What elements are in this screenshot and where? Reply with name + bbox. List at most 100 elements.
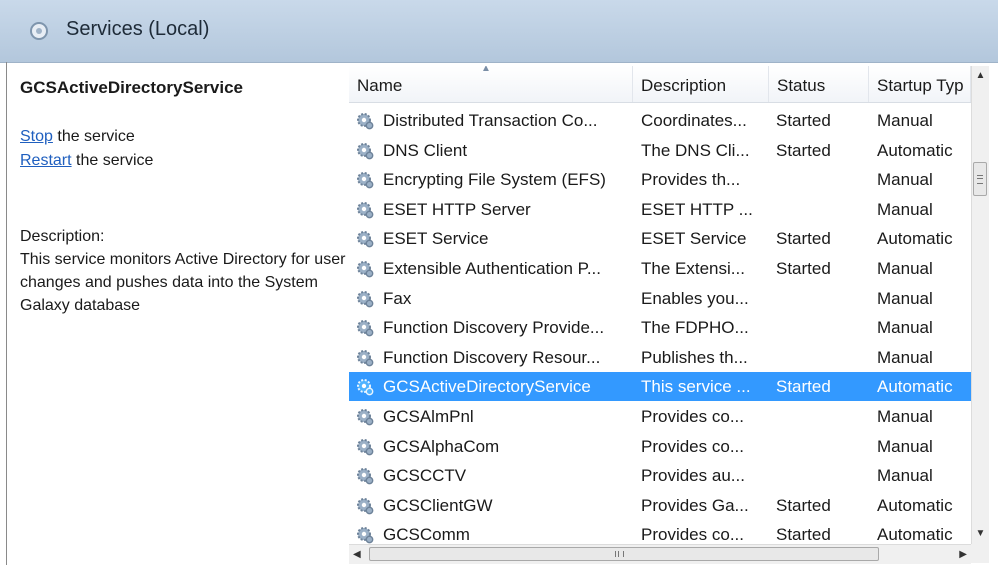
service-status: Started: [776, 525, 831, 544]
gear-icon: [357, 231, 374, 248]
service-description: ESET HTTP ...: [641, 199, 753, 219]
pane-divider: [6, 62, 7, 565]
service-name: Fax: [383, 288, 412, 308]
column-header-row: ▲ Name Description Status Startup Typ: [349, 66, 971, 103]
service-name: GCSAlmPnl: [383, 407, 474, 426]
service-name: GCSComm: [383, 525, 470, 544]
gear-icon: [357, 409, 374, 426]
service-status: Started: [776, 111, 831, 130]
service-name: Encrypting File System (EFS): [383, 170, 606, 190]
service-description: Enables you...: [641, 288, 749, 308]
service-row[interactable]: GCSComm Provides co... Started Automatic: [349, 520, 971, 544]
grip-icon: [615, 551, 624, 557]
service-startup-type: Manual: [877, 318, 933, 338]
service-status: [776, 165, 872, 194]
service-name: ESET HTTP Server: [383, 199, 531, 219]
service-status: Started: [776, 140, 831, 160]
service-status: [776, 432, 872, 461]
service-row[interactable]: Extensible Authentication P... The Extens…: [349, 254, 971, 283]
service-row[interactable]: ESET Service ESET Service Started Automatic: [349, 224, 971, 253]
service-status: [776, 343, 872, 372]
gear-icon: [357, 113, 374, 130]
column-header-name[interactable]: ▲ Name: [349, 66, 633, 102]
gear-icon: [357, 438, 374, 455]
service-row[interactable]: GCSCCTV Provides au... Manual: [349, 461, 971, 490]
service-status: [776, 195, 872, 224]
service-description: The FDPHO...: [641, 318, 749, 338]
scrollbar-corner: [971, 544, 989, 563]
service-row[interactable]: GCSAlphaCom Provides co... Manual: [349, 432, 971, 461]
service-row[interactable]: Distributed Transaction Co... Coordinates…: [349, 106, 971, 135]
service-description: Provides co...: [641, 436, 744, 456]
gear-icon: [357, 320, 374, 337]
scroll-left-icon[interactable]: ◀: [353, 545, 367, 564]
service-row[interactable]: DNS Client The DNS Cli... Started Automatic: [349, 136, 971, 165]
service-startup-type: Automatic: [877, 525, 953, 544]
service-description: This service ...: [641, 377, 751, 397]
scroll-up-icon[interactable]: ▲: [972, 66, 989, 86]
service-status: Started: [776, 377, 831, 397]
service-name: GCSCCTV: [383, 466, 467, 486]
service-row[interactable]: Function Discovery Provide... The FDPHO..…: [349, 313, 971, 342]
gear-icon: [357, 349, 374, 367]
service-description: Coordinates...: [641, 111, 747, 130]
vertical-scroll-thumb[interactable]: [973, 162, 987, 196]
service-name: GCSAlphaCom: [383, 436, 500, 456]
service-name: Extensible Authentication P...: [383, 259, 602, 278]
restart-action: Restart the service: [20, 152, 153, 170]
gear-icon: [357, 172, 374, 189]
service-status: Started: [776, 259, 831, 278]
gear-icon: [357, 201, 374, 219]
column-header-startup-type[interactable]: Startup Typ: [869, 66, 971, 102]
service-description: Provides co...: [641, 525, 744, 544]
service-startup-type: Manual: [877, 407, 933, 426]
service-description: Provides au...: [641, 466, 745, 486]
service-startup-type: Manual: [877, 259, 933, 278]
service-description: Publishes th...: [641, 347, 748, 367]
gear-icon: [357, 261, 374, 278]
service-status: Started: [776, 229, 831, 249]
service-row[interactable]: GCSAlmPnl Provides co... Manual: [349, 402, 971, 431]
service-startup-type: Manual: [877, 199, 933, 219]
column-header-status[interactable]: Status: [769, 66, 869, 102]
column-header-description-label: Description: [641, 76, 727, 95]
service-description: The DNS Cli...: [641, 140, 750, 160]
service-startup-type: Automatic: [877, 229, 953, 249]
service-startup-type: Automatic: [877, 140, 953, 160]
scroll-down-icon[interactable]: ▼: [972, 524, 989, 544]
scroll-right-icon[interactable]: ▶: [953, 545, 967, 564]
service-startup-type: Manual: [877, 170, 933, 190]
grip-icon: [977, 175, 983, 184]
service-description: Provides co...: [641, 407, 744, 426]
service-row[interactable]: ESET HTTP Server ESET HTTP ... Manual: [349, 195, 971, 224]
services-list[interactable]: ▲ Name Description Status Startup Typ Di…: [349, 66, 971, 544]
service-row[interactable]: Function Discovery Resour... Publishes th…: [349, 343, 971, 372]
service-startup-type: Manual: [877, 111, 933, 130]
gear-icon: [357, 379, 374, 396]
service-name: Function Discovery Provide...: [383, 318, 605, 338]
column-header-name-label: Name: [357, 76, 403, 95]
console-header: Services (Local): [0, 0, 998, 63]
service-startup-type: Automatic: [877, 495, 953, 515]
service-row[interactable]: GCSClientGW Provides Ga... Started Automati…: [349, 491, 971, 520]
service-row[interactable]: Encrypting File System (EFS) Provides th.…: [349, 165, 971, 194]
sort-ascending-icon: ▲: [481, 66, 491, 74]
horizontal-scroll-thumb[interactable]: [369, 547, 879, 561]
column-header-status-label: Status: [777, 76, 826, 95]
horizontal-scrollbar[interactable]: ◀ ▶: [349, 544, 971, 564]
service-startup-type: Manual: [877, 288, 933, 308]
gear-icon: [357, 468, 374, 485]
restart-action-suffix: the service: [71, 152, 154, 169]
service-name: GCSClientGW: [383, 495, 493, 515]
restart-service-link[interactable]: Restart: [20, 152, 72, 169]
service-row[interactable]: Fax Enables you... Manual: [349, 284, 971, 313]
gear-icon: [357, 497, 374, 515]
service-status: [776, 284, 872, 313]
column-header-startup-type-label: Startup Typ: [877, 76, 964, 95]
vertical-scrollbar[interactable]: ▲ ▼: [971, 66, 989, 544]
stop-action: Stop the service: [20, 128, 135, 146]
stop-service-link[interactable]: Stop: [20, 128, 53, 145]
service-row[interactable]: GCSActiveDirectoryService This service ..…: [349, 372, 971, 402]
column-header-description[interactable]: Description: [633, 66, 769, 102]
service-startup-type: Manual: [877, 466, 933, 486]
